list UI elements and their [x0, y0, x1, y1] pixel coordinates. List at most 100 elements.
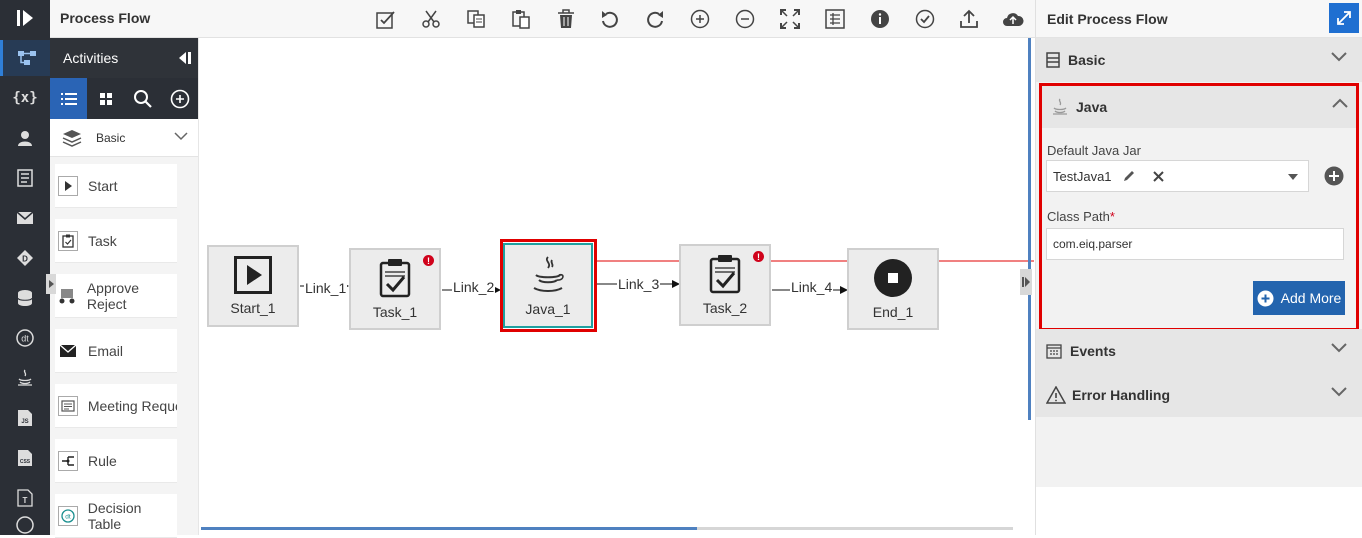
copy-icon[interactable] — [463, 6, 489, 32]
fit-screen-icon[interactable] — [777, 6, 803, 32]
chevron-down-icon — [174, 132, 188, 141]
grid-view-icon[interactable] — [87, 78, 124, 119]
link-label[interactable]: Link_1 — [304, 280, 348, 296]
cloud-upload-icon[interactable] — [1000, 6, 1026, 32]
palette-category-label: Basic — [96, 130, 126, 145]
validate-icon[interactable] — [373, 6, 399, 32]
variables-icon[interactable]: {x} — [0, 80, 50, 116]
dropdown-caret-icon[interactable] — [1288, 174, 1298, 180]
node-label: Task_1 — [372, 304, 418, 320]
process-flow-icon[interactable] — [0, 40, 50, 76]
start-icon — [58, 175, 78, 196]
users-icon[interactable] — [0, 120, 50, 156]
node-java-1[interactable]: Java_1 — [503, 243, 593, 328]
cut-icon[interactable] — [418, 6, 444, 32]
section-error-handling[interactable]: Error Handling — [1036, 373, 1362, 417]
activities-palette: Activities Basic Start Task Approve Reje… — [46, 38, 198, 538]
delete-icon[interactable] — [553, 6, 579, 32]
svg-text:dt: dt — [21, 334, 29, 344]
edit-panel-title: Edit Process Flow — [1047, 10, 1168, 27]
java-icon[interactable] — [0, 360, 50, 396]
palette-item-label: Meeting Reques — [87, 397, 177, 414]
palette-toggle-handle[interactable] — [46, 274, 56, 294]
process-canvas[interactable]: Link_1 Link_2 Link_3 Link_4 Start_1 ! Ta… — [198, 38, 1034, 535]
required-marker: * — [1109, 209, 1115, 224]
document-icon[interactable] — [0, 160, 50, 196]
decision-icon[interactable]: D — [0, 240, 50, 276]
default-jar-select[interactable]: TestJava1 — [1046, 160, 1309, 192]
palette-item-decision-table[interactable]: dt Decision Table — [55, 494, 177, 538]
palette-list: Start Task Approve Reject Email Meeting … — [50, 157, 198, 538]
task-icon — [58, 230, 78, 251]
properties-grid-icon[interactable] — [822, 6, 848, 32]
edit-pencil-icon[interactable] — [1122, 169, 1136, 183]
horizontal-scroll-thumb[interactable] — [201, 527, 697, 530]
redo-icon[interactable] — [642, 6, 668, 32]
palette-item-label: Start — [88, 177, 118, 194]
link-label[interactable]: Link_4 — [790, 279, 834, 295]
approve-reject-icon — [58, 286, 77, 306]
mail-icon[interactable] — [0, 200, 50, 236]
zoom-out-icon[interactable] — [732, 6, 758, 32]
decision-table-icon[interactable]: dt — [0, 320, 50, 356]
node-task-1[interactable]: ! Task_1 — [349, 248, 441, 330]
database-icon[interactable] — [0, 280, 50, 316]
error-badge-icon[interactable]: ! — [423, 255, 434, 266]
node-start[interactable]: Start_1 — [207, 245, 299, 327]
clear-icon[interactable] — [1152, 170, 1164, 182]
export-icon[interactable] — [956, 6, 982, 32]
svg-text:dt: dt — [65, 513, 71, 520]
check-circle-icon[interactable] — [912, 6, 938, 32]
link-label[interactable]: Link_2 — [452, 279, 496, 295]
left-rail: {x} D dt JS CSS T — [0, 0, 50, 535]
chevron-down-icon — [1331, 52, 1347, 62]
palette-item-start[interactable]: Start — [55, 164, 177, 208]
error-badge-icon[interactable]: ! — [753, 251, 764, 262]
svg-text:T: T — [23, 496, 28, 505]
decision-table-icon: dt — [58, 505, 78, 526]
classpath-input[interactable] — [1046, 228, 1344, 260]
section-title: Events — [1070, 343, 1116, 359]
palette-item-email[interactable]: Email — [55, 329, 177, 373]
task-icon — [379, 258, 411, 298]
node-label: Task_2 — [702, 300, 748, 316]
app-logo-icon[interactable] — [0, 0, 50, 36]
horizontal-scrollbar[interactable] — [201, 527, 1013, 530]
paste-icon[interactable] — [508, 6, 534, 32]
node-end[interactable]: End_1 — [847, 248, 939, 330]
meeting-request-icon — [58, 395, 78, 416]
section-basic[interactable]: Basic — [1036, 38, 1362, 82]
info-icon[interactable] — [867, 6, 893, 32]
layers-icon — [62, 129, 82, 147]
page-title: Process Flow — [60, 10, 151, 26]
expand-button[interactable] — [1329, 3, 1359, 33]
palette-item-meeting-request[interactable]: Meeting Reques — [55, 384, 177, 428]
collapse-palette-icon[interactable] — [176, 50, 192, 66]
palette-item-approve-reject[interactable]: Approve Reject — [55, 274, 177, 318]
palette-item-label: Email — [88, 342, 124, 359]
panel-footer-space — [1036, 487, 1362, 535]
add-more-button[interactable]: Add More — [1253, 281, 1345, 315]
clock-icon[interactable] — [0, 516, 50, 535]
palette-item-label: Rule — [88, 452, 117, 469]
text-file-icon[interactable]: T — [0, 480, 50, 516]
zoom-in-icon[interactable] — [687, 6, 713, 32]
vertical-scroll-thumb[interactable] — [1028, 38, 1031, 420]
palette-item-rule[interactable]: Rule — [55, 439, 177, 483]
add-activity-icon[interactable] — [161, 78, 198, 119]
chevron-down-icon — [1331, 387, 1347, 397]
javascript-file-icon[interactable]: JS — [0, 400, 50, 436]
search-icon[interactable] — [124, 78, 161, 119]
link-label[interactable]: Link_3 — [617, 276, 661, 292]
node-label: Java_1 — [525, 300, 571, 317]
palette-category-select[interactable]: Basic — [50, 119, 198, 157]
undo-icon[interactable] — [597, 6, 623, 32]
css-file-icon[interactable]: CSS — [0, 440, 50, 476]
list-view-icon[interactable] — [50, 78, 87, 119]
section-java[interactable]: Java — [1042, 86, 1356, 128]
panel-toggle-handle[interactable] — [1020, 269, 1032, 295]
palette-item-task[interactable]: Task — [55, 219, 177, 263]
node-task-2[interactable]: ! Task_2 — [679, 244, 771, 326]
add-jar-icon[interactable] — [1324, 166, 1344, 186]
section-events[interactable]: Events — [1036, 329, 1362, 373]
